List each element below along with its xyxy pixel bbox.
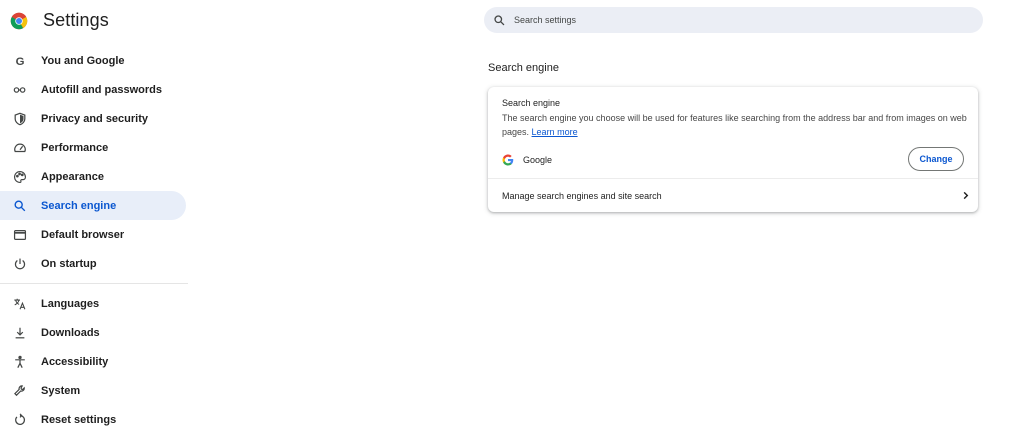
browser-window-icon xyxy=(12,227,28,243)
sidebar-item-accessibility[interactable]: Accessibility xyxy=(0,347,186,376)
sidebar-item-default-browser[interactable]: Default browser xyxy=(0,220,186,249)
sidebar-item-on-startup[interactable]: On startup xyxy=(0,249,186,278)
sidebar-item-label: System xyxy=(41,384,81,397)
sidebar-item-performance[interactable]: Performance xyxy=(0,133,186,162)
sidebar-item-label: On startup xyxy=(41,257,97,270)
sidebar: Settings G You and Google Autofill and p… xyxy=(0,0,188,431)
sidebar-item-appearance[interactable]: Appearance xyxy=(0,162,186,191)
chrome-logo-icon xyxy=(10,12,28,29)
wrench-icon xyxy=(12,383,28,399)
card-description: The search engine you choose will be use… xyxy=(502,111,968,139)
download-icon xyxy=(12,325,28,341)
search-icon xyxy=(12,198,28,214)
search-bar[interactable] xyxy=(484,7,983,33)
search-engine-card: Search engine The search engine you choo… xyxy=(488,87,978,212)
sidebar-item-label: Search engine xyxy=(41,199,117,212)
sidebar-item-label: Performance xyxy=(41,141,109,154)
sidebar-item-label: Languages xyxy=(41,297,100,310)
engine-name: Google xyxy=(523,155,553,165)
sidebar-nav: G You and Google Autofill and passwords … xyxy=(0,46,188,431)
card-header: Search engine The search engine you choo… xyxy=(502,97,968,139)
sidebar-divider xyxy=(0,283,188,284)
section-title: Search engine xyxy=(488,62,559,74)
google-g-icon: G xyxy=(12,53,28,69)
manage-search-engines-label: Manage search engines and site search xyxy=(502,190,662,201)
sidebar-item-languages[interactable]: Languages xyxy=(0,289,186,318)
translate-icon xyxy=(12,296,28,312)
sidebar-item-search-engine[interactable]: Search engine xyxy=(0,191,186,220)
sidebar-item-label: Reset settings xyxy=(41,413,117,426)
sidebar-item-autofill[interactable]: Autofill and passwords xyxy=(0,75,186,104)
shield-icon xyxy=(12,111,28,127)
change-button[interactable]: Change xyxy=(908,147,964,171)
brand: Settings xyxy=(10,10,109,31)
reset-icon xyxy=(12,412,28,428)
power-icon xyxy=(12,256,28,272)
sidebar-item-label: Accessibility xyxy=(41,355,109,368)
sidebar-item-you-and-google[interactable]: G You and Google xyxy=(0,46,186,75)
sidebar-item-label: Autofill and passwords xyxy=(41,83,163,96)
current-engine-row: Google Change xyxy=(502,145,964,175)
card-title: Search engine xyxy=(502,98,561,108)
sidebar-item-label: Appearance xyxy=(41,170,104,183)
search-input[interactable] xyxy=(512,14,956,26)
manage-search-engines-row[interactable]: Manage search engines and site search xyxy=(502,179,968,212)
sidebar-item-system[interactable]: System xyxy=(0,376,186,405)
sidebar-item-label: Default browser xyxy=(41,228,125,241)
speedometer-icon xyxy=(12,140,28,156)
palette-icon xyxy=(12,169,28,185)
chevron-right-icon xyxy=(960,191,970,201)
sidebar-item-label: You and Google xyxy=(41,54,125,67)
sidebar-item-reset-settings[interactable]: Reset settings xyxy=(0,405,186,431)
search-icon xyxy=(493,13,507,27)
sidebar-item-downloads[interactable]: Downloads xyxy=(0,318,186,347)
settings-window: Settings G You and Google Autofill and p… xyxy=(0,0,1024,431)
learn-more-link[interactable]: Learn more xyxy=(532,127,578,137)
svg-text:G: G xyxy=(16,55,25,67)
app-title: Settings xyxy=(43,10,109,30)
sidebar-item-privacy[interactable]: Privacy and security xyxy=(0,104,186,133)
sidebar-item-label: Downloads xyxy=(41,326,100,339)
sidebar-item-label: Privacy and security xyxy=(41,112,149,125)
key-icon xyxy=(12,82,28,98)
google-logo-icon xyxy=(502,154,514,166)
accessibility-icon xyxy=(12,354,28,370)
